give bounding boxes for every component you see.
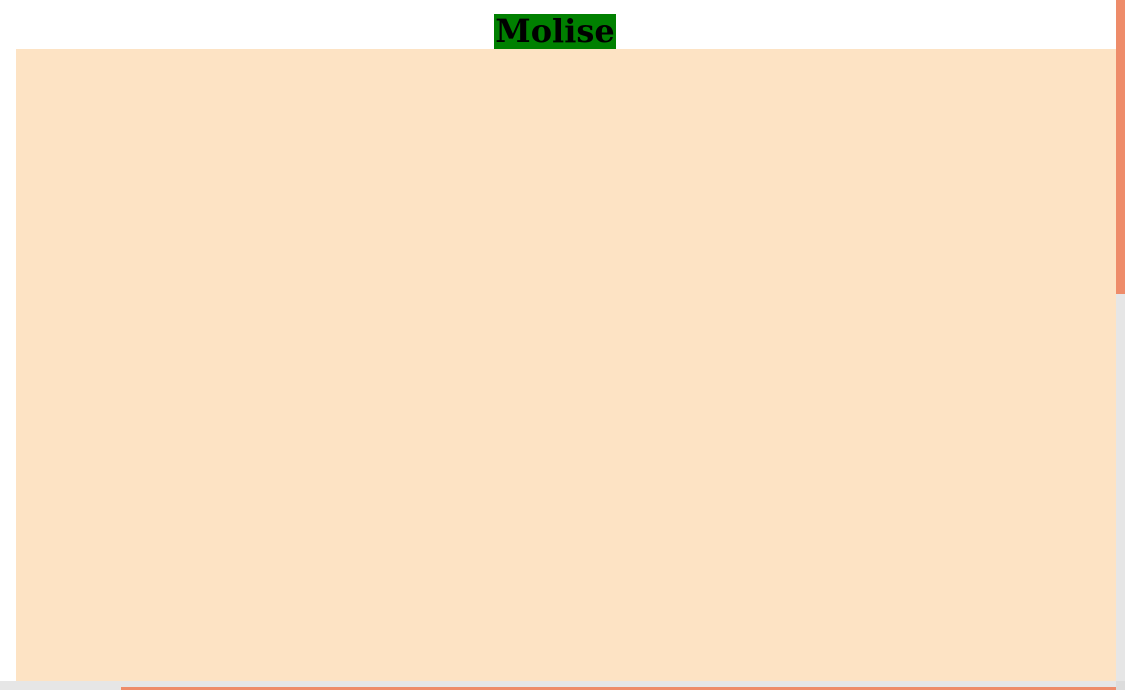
vertical-scrollbar[interactable] <box>1116 0 1125 681</box>
horizontal-scrollbar[interactable] <box>0 681 1116 690</box>
page: Molise <box>0 0 1125 690</box>
vertical-scrollbar-thumb[interactable] <box>1116 0 1125 294</box>
page-title: Molise <box>494 12 616 50</box>
scrollbar-corner <box>1116 681 1125 690</box>
title-container: Molise <box>0 14 1110 49</box>
content-panel <box>16 49 1116 682</box>
